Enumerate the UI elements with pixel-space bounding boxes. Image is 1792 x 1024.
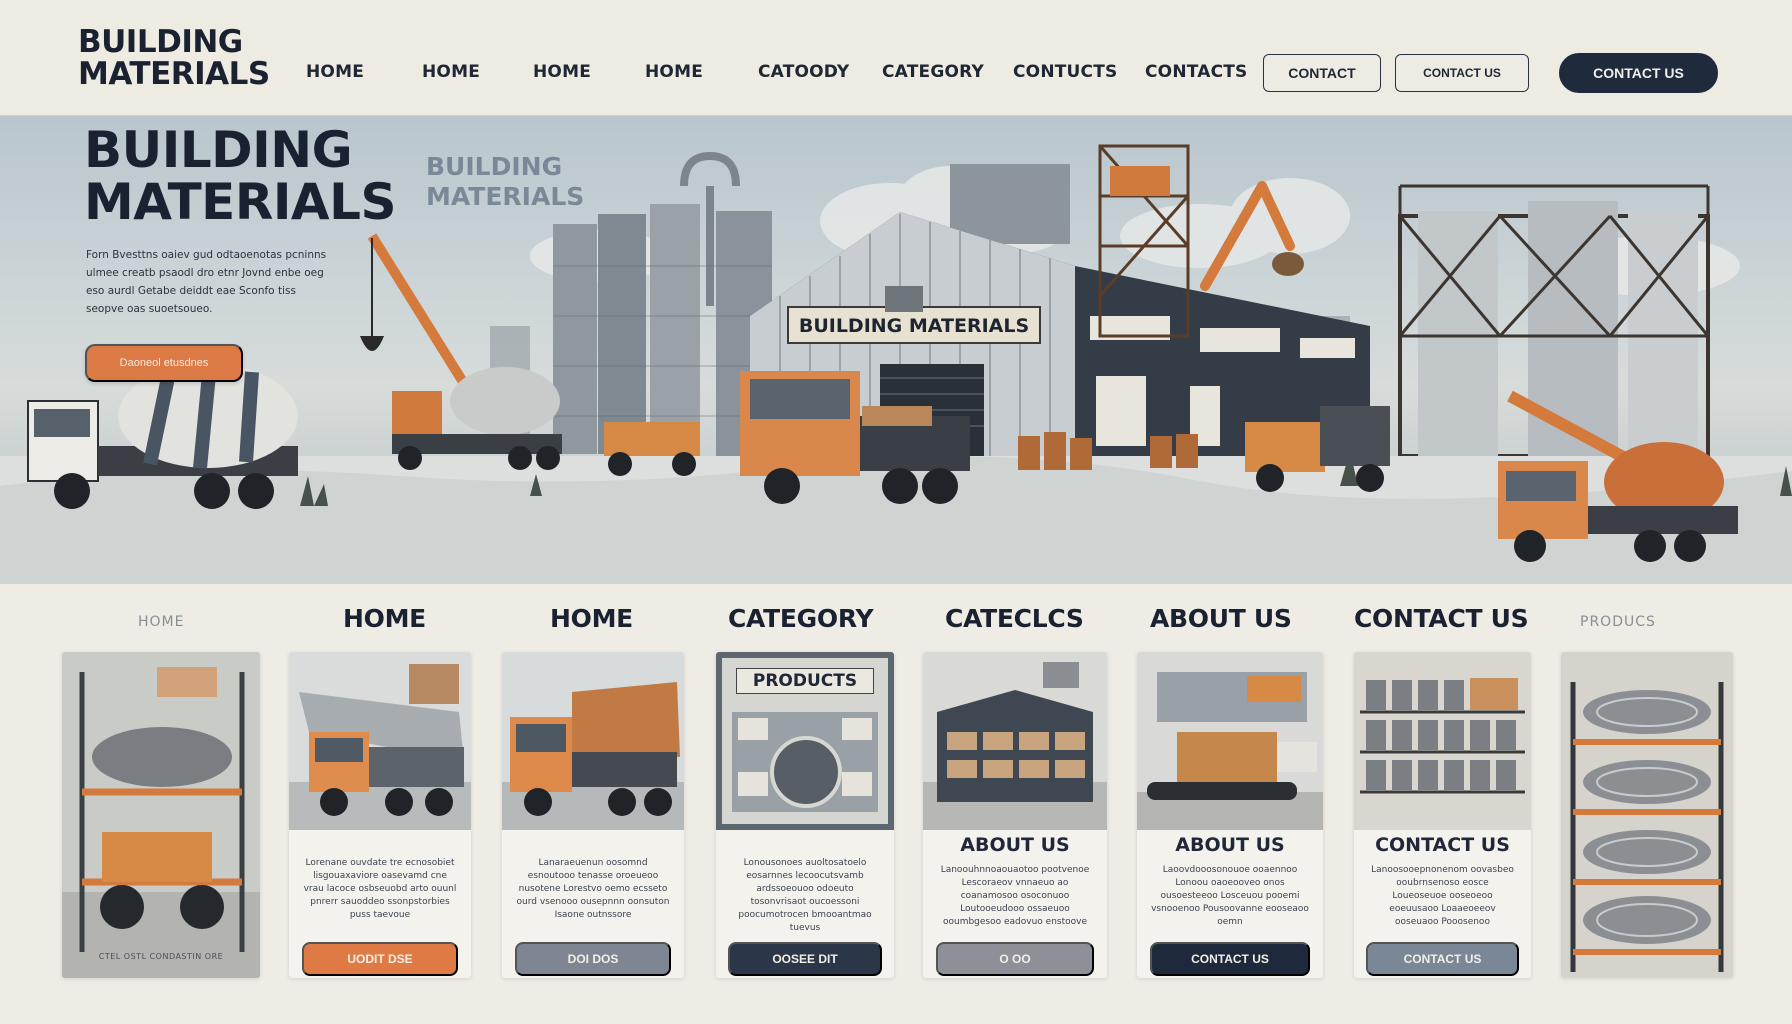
section-tab-home-faint[interactable]: HOME [138,614,184,630]
products-banner: PRODUCTS [736,668,874,694]
card-storage-rack[interactable]: CTEL OSTL CONDASTIN ORE [62,652,260,978]
card-description: Lorenane ouvdate tre ecnosobiet lisgouax… [303,858,457,920]
contact-outline-button[interactable]: CONTACT [1263,54,1381,92]
nav-link-home-4[interactable]: HOME [645,62,703,82]
card-description: Lanoosooepnonenom oovasbeo ooubrnsenoso … [1371,865,1514,927]
hero-title-line2: MATERIALS [84,173,397,231]
logo-line2: MATERIALS [78,56,270,92]
card-contact-button[interactable]: CONTACT US [1150,942,1310,976]
card-about-us-excavator[interactable]: ABOUT US Laoovdooosonouoe ooaennoo Lonoo… [1137,652,1323,978]
top-navigation: BUILDING MATERIALS HOME HOME HOME HOME C… [0,0,1792,116]
section-tab-category[interactable]: CATEGORY [728,604,874,633]
hero-banner: BUILDING MATERIALS BUILDING MATERIALS BU… [0,116,1792,584]
card-image-warehouse [923,652,1107,830]
card-image-products: PRODUCTS [716,652,894,830]
hero-ghost-line1: BUILDING [426,152,563,181]
card-products[interactable]: PRODUCTS Lonousonoes auoltosatoelo eosar… [716,652,894,978]
card-contact-us-shelves[interactable]: CONTACT US Lanoosooepnonenom oovasbeo oo… [1354,652,1531,978]
card-subtitle: CONTACT US [1375,834,1510,856]
card-action-button[interactable]: UODIT DSE [301,942,459,976]
hero-title: BUILDING MATERIALS [84,121,397,231]
nav-link-home-1[interactable]: HOME [306,62,364,82]
card-action-button[interactable]: O OO [935,942,1095,976]
contact-us-button[interactable]: CONTACT US [1559,53,1718,93]
nav-link-home-2[interactable]: HOME [422,62,480,82]
hero-ghost-title: BUILDING MATERIALS [426,152,584,212]
card-description: Lonousonoes auoltosatoelo eosarnnes leco… [738,858,872,933]
card-image-rack [62,652,260,978]
contact-us-outline-button[interactable]: CONTACT US [1395,54,1529,92]
warehouse-sign: BUILDING MATERIALS [799,315,1029,337]
card-image-shelves [1354,652,1531,830]
card-action-button[interactable]: OOSEE DIT [728,942,882,976]
card-orange-truck[interactable]: Lanaraeuenun oosomnd esnoutooo tenasse o… [502,652,684,978]
card-pipe-rack[interactable] [1561,652,1733,978]
card-image-pipes [1561,652,1733,978]
nav-link-category[interactable]: CATEGORY [882,62,984,82]
hero-title-line1: BUILDING [84,121,353,179]
card-image-excavator [1137,652,1323,830]
card-subtitle: ABOUT US [1175,834,1285,856]
section-tab-catecl[interactable]: CATECLCS [945,604,1084,633]
card-image-truck-1 [289,652,471,830]
section-tab-products-faint[interactable]: PRODUCS [1580,614,1656,630]
hero-ghost-line2: MATERIALS [426,182,585,211]
nav-link-contacts[interactable]: CONTACTS [1145,62,1248,82]
card-description: Lanaraeuenun oosomnd esnoutooo tenasse o… [516,858,670,920]
logo-line1: BUILDING [78,24,243,60]
nav-link-home-3[interactable]: HOME [533,62,591,82]
card-image-truck-2 [502,652,684,830]
hero-description: Forn Bvesttns oaiev gud odtaoenotas pcni… [86,249,327,315]
section-tab-contact-us[interactable]: CONTACT US [1354,604,1529,633]
card-description: Lanoouhnnoaouaotoo pootvenoe Lescoraeov … [940,865,1090,927]
site-logo[interactable]: BUILDING MATERIALS [78,24,270,92]
card-contact-button[interactable]: CONTACT US [1366,942,1519,976]
card-subtitle: ABOUT US [960,834,1070,856]
card-footer-text: CTEL OSTL CONDASTIN ORE [98,952,224,961]
nav-link-catoody[interactable]: CATOODY [758,62,849,82]
card-dump-truck[interactable]: Lorenane ouvdate tre ecnosobiet lisgouax… [289,652,471,978]
section-tab-home-1[interactable]: HOME [343,604,426,633]
card-about-us-warehouse[interactable]: ABOUT US Lanoouhnnoaouaotoo pootvenoe Le… [923,652,1107,978]
nav-link-contucts[interactable]: CONTUCTS [1013,62,1117,82]
card-action-button[interactable]: DOI DOS [514,942,672,976]
section-tab-home-2[interactable]: HOME [550,604,633,633]
section-tab-about-us[interactable]: ABOUT US [1150,604,1292,633]
card-description: Laoovdooosonouoe ooaennoo Lonoou oaoeoov… [1151,865,1309,927]
hero-cta-button[interactable]: Daoneol etusdnes [85,344,243,382]
